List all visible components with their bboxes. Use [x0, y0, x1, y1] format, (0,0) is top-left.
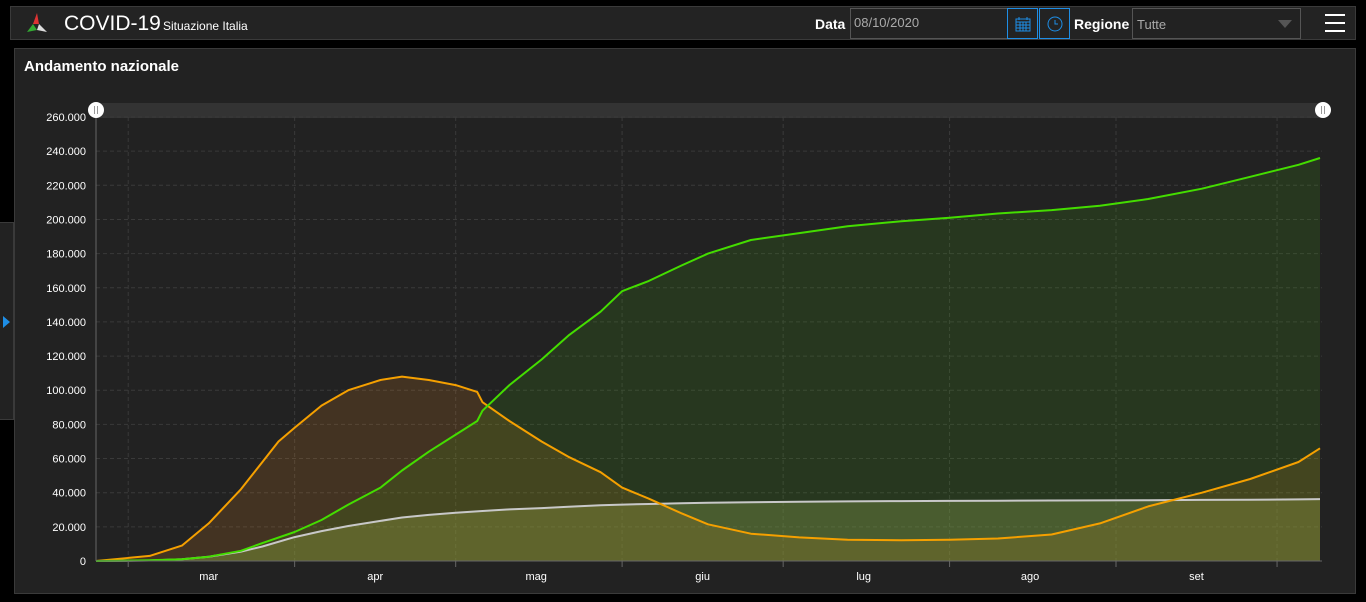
y-tick-label: 200.000 — [46, 214, 86, 226]
y-tick-label: 80.000 — [52, 419, 86, 431]
y-tick-label: 120.000 — [46, 351, 86, 363]
y-tick-label: 0 — [80, 556, 86, 568]
x-tick-label: giu — [695, 571, 710, 583]
y-tick-label: 240.000 — [46, 146, 86, 158]
x-tick-label: ago — [1021, 571, 1039, 583]
x-tick-label: lug — [856, 571, 871, 583]
range-handle-right[interactable] — [1315, 102, 1331, 118]
x-tick-label: apr — [367, 571, 383, 583]
y-tick-label: 220.000 — [46, 180, 86, 192]
y-tick-label: 100.000 — [46, 385, 86, 397]
y-tick-label: 40.000 — [52, 488, 86, 500]
x-tick-label: mag — [526, 571, 547, 583]
y-tick-label: 260.000 — [46, 112, 86, 124]
y-tick-label: 20.000 — [52, 522, 86, 534]
y-tick-label: 180.000 — [46, 249, 86, 261]
x-tick-label: set — [1189, 571, 1204, 583]
y-tick-label: 60.000 — [52, 454, 86, 466]
chart: 0 20.000 40.000 60.000 80.000 100.000 120.000 1… — [46, 102, 1331, 583]
y-tick-label: 140.000 — [46, 317, 86, 329]
y-tick-label: 160.000 — [46, 283, 86, 295]
x-tick-label: mar — [199, 571, 218, 583]
range-slider-track[interactable] — [96, 103, 1323, 118]
range-handle-left[interactable] — [88, 102, 104, 118]
